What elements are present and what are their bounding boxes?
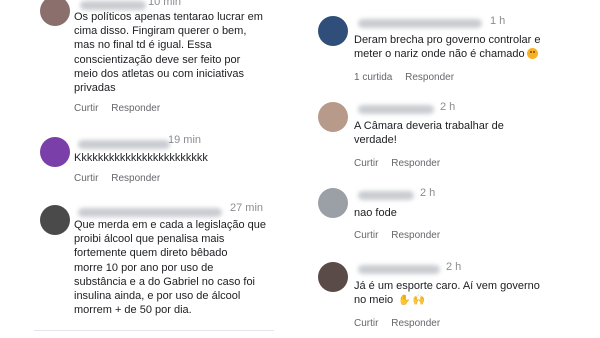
comment-timestamp[interactable]: 2 h	[440, 101, 455, 113]
comment-timestamp[interactable]: 2 h	[420, 187, 435, 199]
comments-column-right: 1 h Deram brecha pro governo controlar e…	[312, 0, 600, 338]
avatar[interactable]	[40, 205, 70, 235]
commenter-name[interactable]	[358, 265, 440, 274]
comment-actions: Curtir Responder	[354, 230, 450, 241]
reply-button[interactable]: Responder	[111, 173, 160, 184]
like-button[interactable]: Curtir	[354, 158, 378, 169]
comment-text: A Câmara deveria trabalhar de verdade!	[354, 120, 504, 147]
avatar[interactable]	[318, 188, 348, 218]
commenter-name[interactable]	[358, 105, 434, 114]
commenter-name[interactable]	[78, 208, 222, 217]
comment-actions: 1 curtida Responder	[354, 72, 464, 83]
like-button[interactable]: Curtir	[354, 318, 378, 329]
comment-timestamp[interactable]: 19 min	[168, 134, 201, 146]
comment-text: Deram brecha pro governo controlar e met…	[354, 33, 598, 61]
comment-actions: Curtir Responder	[354, 318, 450, 329]
reply-button[interactable]: Responder	[391, 318, 440, 329]
reply-button[interactable]: Responder	[391, 230, 440, 241]
comment-actions: Curtir Responder	[74, 103, 170, 114]
commenter-name[interactable]	[80, 1, 146, 10]
like-button[interactable]: Curtir	[354, 230, 378, 241]
comment-text-body: Deram brecha pro governo controlar e met…	[354, 34, 541, 61]
avatar[interactable]	[318, 16, 348, 46]
comment-actions: Curtir Responder	[354, 158, 450, 169]
avatar[interactable]	[318, 102, 348, 132]
comment-actions: Curtir Responder	[74, 173, 170, 184]
commenter-name[interactable]	[358, 19, 482, 28]
raised-hands-emoji-icon: 🙌	[412, 295, 426, 307]
commenter-name[interactable]	[78, 140, 170, 149]
comment-text: Os políticos apenas tentarao lucrar em c…	[74, 11, 263, 95]
comment-timestamp[interactable]: 1 h	[490, 15, 505, 27]
avatar[interactable]	[40, 137, 70, 167]
comment-timestamp[interactable]: 10 min	[148, 0, 181, 8]
sad-face-emoji-icon	[526, 48, 538, 60]
commenter-name[interactable]	[358, 191, 414, 200]
reaction-count[interactable]: 1 curtida	[354, 72, 392, 83]
reply-button[interactable]: Responder	[111, 103, 160, 114]
divider	[34, 330, 274, 331]
hand-emoji-icon: ✋	[398, 295, 411, 307]
comment-text-body: Já é um esporte caro. Aí vem governo no …	[354, 280, 540, 307]
comment-text: Que merda em e cada a legislação que pro…	[74, 219, 267, 317]
comment-text: Kkkkkkkkkkkkkkkkkkkkkkkk	[74, 152, 208, 164]
comment-text: nao fode	[354, 207, 397, 219]
reply-button[interactable]: Responder	[405, 72, 454, 83]
like-button[interactable]: Curtir	[74, 173, 98, 184]
reply-button[interactable]: Responder	[391, 158, 440, 169]
avatar[interactable]	[40, 0, 70, 26]
comment-timestamp[interactable]: 2 h	[446, 261, 461, 273]
comment-timestamp[interactable]: 27 min	[230, 202, 263, 214]
comment-text: Já é um esporte caro. Aí vem governo no …	[354, 279, 598, 308]
avatar[interactable]	[318, 262, 348, 292]
like-button[interactable]: Curtir	[74, 103, 98, 114]
comments-column-left: 10 min Os políticos apenas tentarao lucr…	[0, 0, 305, 338]
